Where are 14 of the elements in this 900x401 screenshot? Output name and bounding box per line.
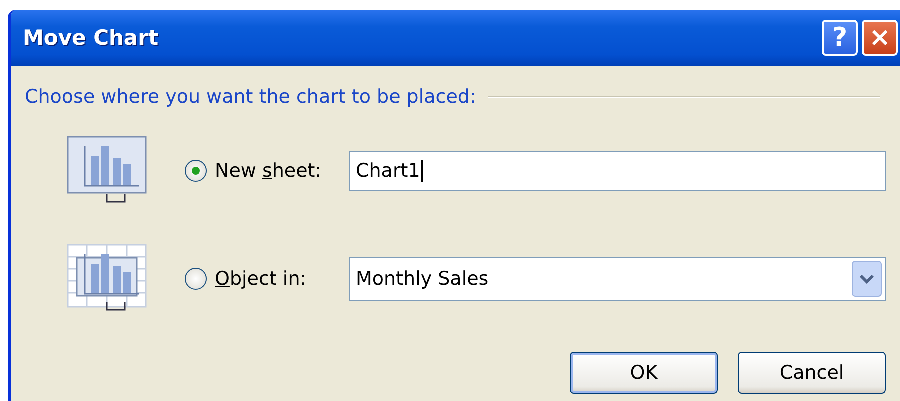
window-title: Move Chart	[23, 26, 158, 50]
radio-button[interactable]	[185, 268, 207, 290]
sheet-name-field[interactable]: Chart1	[349, 151, 886, 191]
close-button[interactable]: ×	[862, 20, 898, 56]
radio-button[interactable]	[185, 160, 207, 182]
option-label: New sheet:	[215, 160, 323, 182]
chart-icon	[67, 136, 147, 206]
option-label: Object in:	[215, 268, 308, 290]
sheet-dropdown[interactable]: Monthly Sales	[349, 257, 886, 301]
dialog-button[interactable]: Cancel	[738, 352, 886, 394]
dialog-button[interactable]: OK	[570, 352, 718, 394]
help-button[interactable]: ?	[822, 20, 858, 56]
chart-icon	[67, 244, 147, 314]
group-label: Choose where you want the chart to be placed:	[25, 86, 476, 108]
